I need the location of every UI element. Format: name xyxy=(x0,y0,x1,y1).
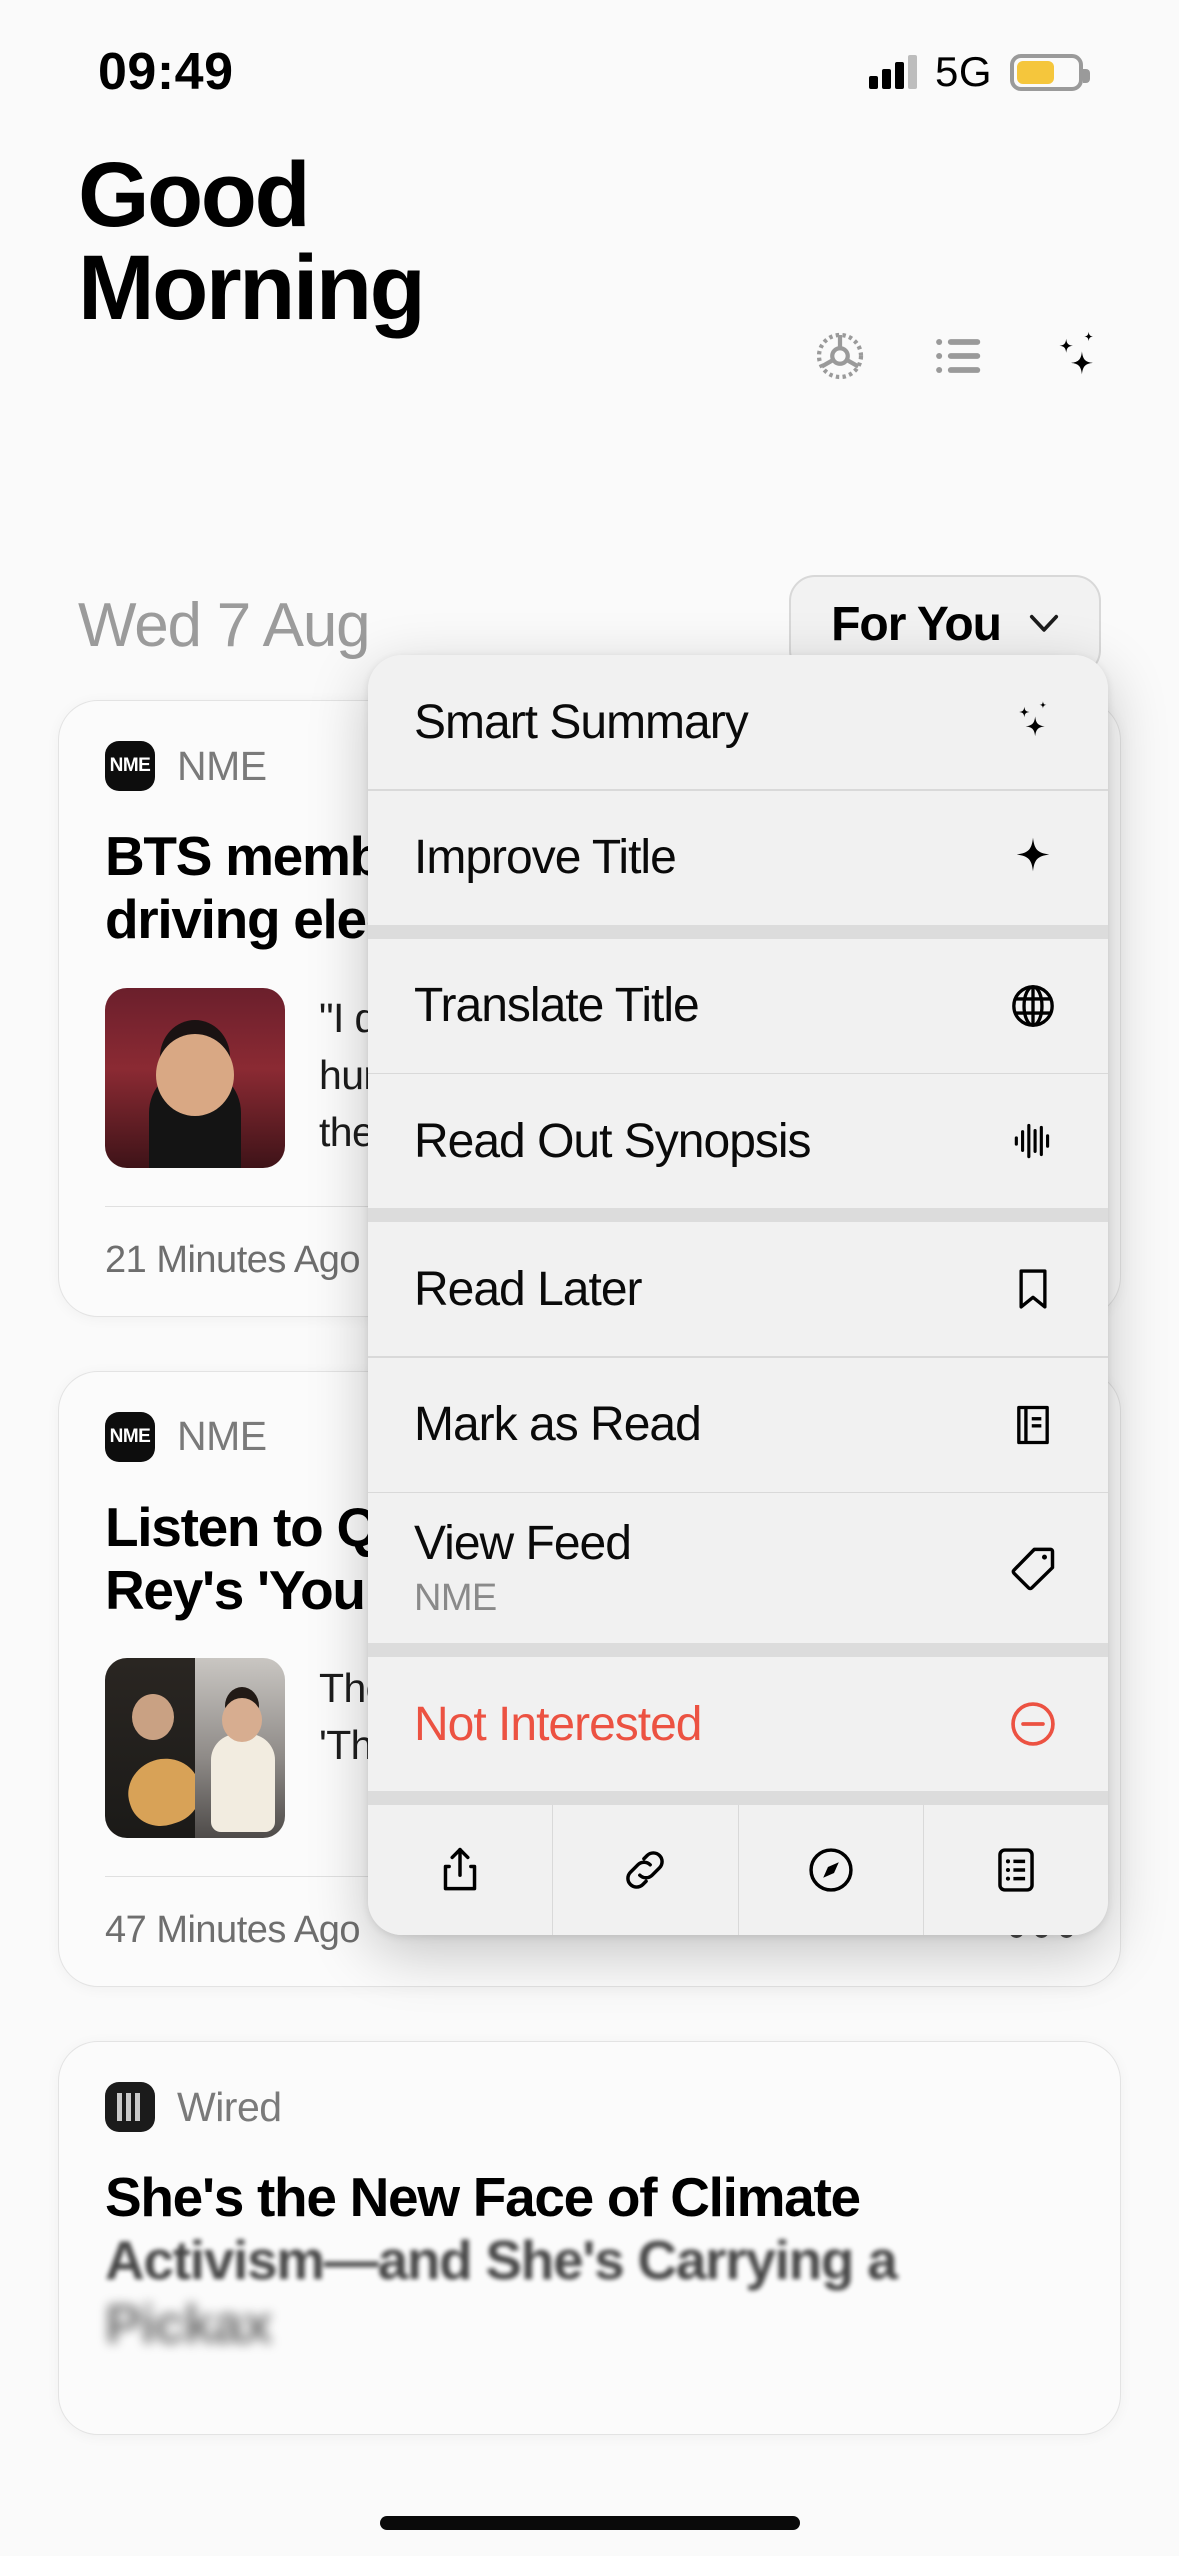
home-indicator xyxy=(379,2516,800,2530)
battery-icon xyxy=(1010,53,1090,91)
waveform-icon xyxy=(1004,1112,1062,1170)
book-icon xyxy=(1004,1396,1062,1454)
star-4point-icon xyxy=(1004,829,1062,887)
menu-item-label: Mark as Read xyxy=(414,1398,702,1451)
page-header: Good Morning xyxy=(0,144,1179,380)
menu-item-label: View Feed xyxy=(414,1517,632,1570)
globe-icon xyxy=(1004,977,1062,1035)
status-time: 09:49 xyxy=(98,43,234,101)
article-timestamp: 21 Minutes Ago xyxy=(105,1238,360,1281)
safari-compass-icon[interactable] xyxy=(739,1805,924,1935)
menu-item-not-interested[interactable]: Not Interested xyxy=(368,1657,1108,1791)
bookmark-icon xyxy=(1004,1260,1062,1318)
network-type-label: 5G xyxy=(934,48,992,95)
source-logo-nme: NME xyxy=(105,741,155,791)
menu-item-view-feed[interactable]: View Feed NME xyxy=(368,1493,1108,1643)
menu-item-label: Read Later xyxy=(414,1262,642,1316)
chevron-down-icon xyxy=(1023,601,1065,648)
menu-item-translate-title[interactable]: Translate Title xyxy=(368,938,1108,1073)
menu-group-divider xyxy=(368,1208,1108,1222)
source-name: NME xyxy=(177,1413,267,1459)
cellular-bars-icon xyxy=(868,55,917,89)
menu-item-smart-summary[interactable]: Smart Summary xyxy=(368,655,1108,789)
menu-item-mark-as-read[interactable]: Mark as Read xyxy=(368,1357,1108,1492)
menu-item-read-later[interactable]: Read Later xyxy=(368,1222,1108,1356)
article-title-line-2: Activism—and She's Carrying a xyxy=(105,2229,898,2292)
article-title-line-3: Pickax xyxy=(105,2292,273,2355)
menu-item-label: Smart Summary xyxy=(414,695,749,749)
reader-list-icon[interactable] xyxy=(924,1805,1108,1935)
tag-icon xyxy=(1004,1539,1062,1597)
status-indicators: 5G xyxy=(868,48,1090,96)
article-thumbnail xyxy=(105,1658,285,1838)
feed-selector-label: For You xyxy=(831,598,1002,651)
article-source: W Wired xyxy=(105,2082,1074,2132)
link-icon[interactable] xyxy=(553,1805,739,1935)
article-thumbnail xyxy=(105,987,285,1168)
share-icon[interactable] xyxy=(368,1805,554,1935)
article-card[interactable]: W Wired She's the New Face of Climate Ac… xyxy=(58,2041,1121,2435)
source-name: Wired xyxy=(177,2083,282,2130)
source-logo-wired: W xyxy=(105,2082,155,2132)
menu-item-label: Not Interested xyxy=(414,1697,702,1751)
menu-group-divider xyxy=(368,924,1108,939)
status-bar: 09:49 5G xyxy=(0,0,1179,130)
header-actions xyxy=(809,325,1107,387)
menu-item-label: Read Out Synopsis xyxy=(414,1114,812,1168)
menu-item-label: Translate Title xyxy=(414,979,700,1032)
article-title: She's the New Face of Climate Activism—a… xyxy=(105,2166,1074,2356)
date-label: Wed 7 Aug xyxy=(78,591,371,660)
sparkles-ai-icon[interactable] xyxy=(1045,325,1107,387)
greeting-line-1: Good xyxy=(78,144,311,246)
settings-gear-icon[interactable] xyxy=(809,325,871,387)
article-title-line-1: She's the New Face of Climate xyxy=(105,2166,861,2228)
article-context-menu: Smart Summary Improve Title Translate Ti… xyxy=(368,655,1108,1935)
sparkles-icon xyxy=(1004,693,1062,751)
menu-item-improve-title[interactable]: Improve Title xyxy=(368,790,1108,925)
context-menu-toolbar xyxy=(368,1805,1108,1935)
greeting-line-2: Morning xyxy=(78,237,426,340)
menu-item-label: Improve Title xyxy=(414,831,677,884)
minus-circle-icon xyxy=(1004,1695,1062,1753)
menu-group-divider xyxy=(368,1643,1108,1657)
page-title: Good Morning xyxy=(0,144,1179,340)
article-timestamp: 47 Minutes Ago xyxy=(105,1909,360,1951)
source-name: NME xyxy=(177,742,267,789)
menu-group-divider xyxy=(368,1791,1108,1805)
source-logo-nme: NME xyxy=(105,1411,155,1462)
menu-item-read-out-synopsis[interactable]: Read Out Synopsis xyxy=(368,1074,1108,1208)
list-icon[interactable] xyxy=(927,325,989,387)
menu-item-sublabel: NME xyxy=(414,1577,497,1619)
